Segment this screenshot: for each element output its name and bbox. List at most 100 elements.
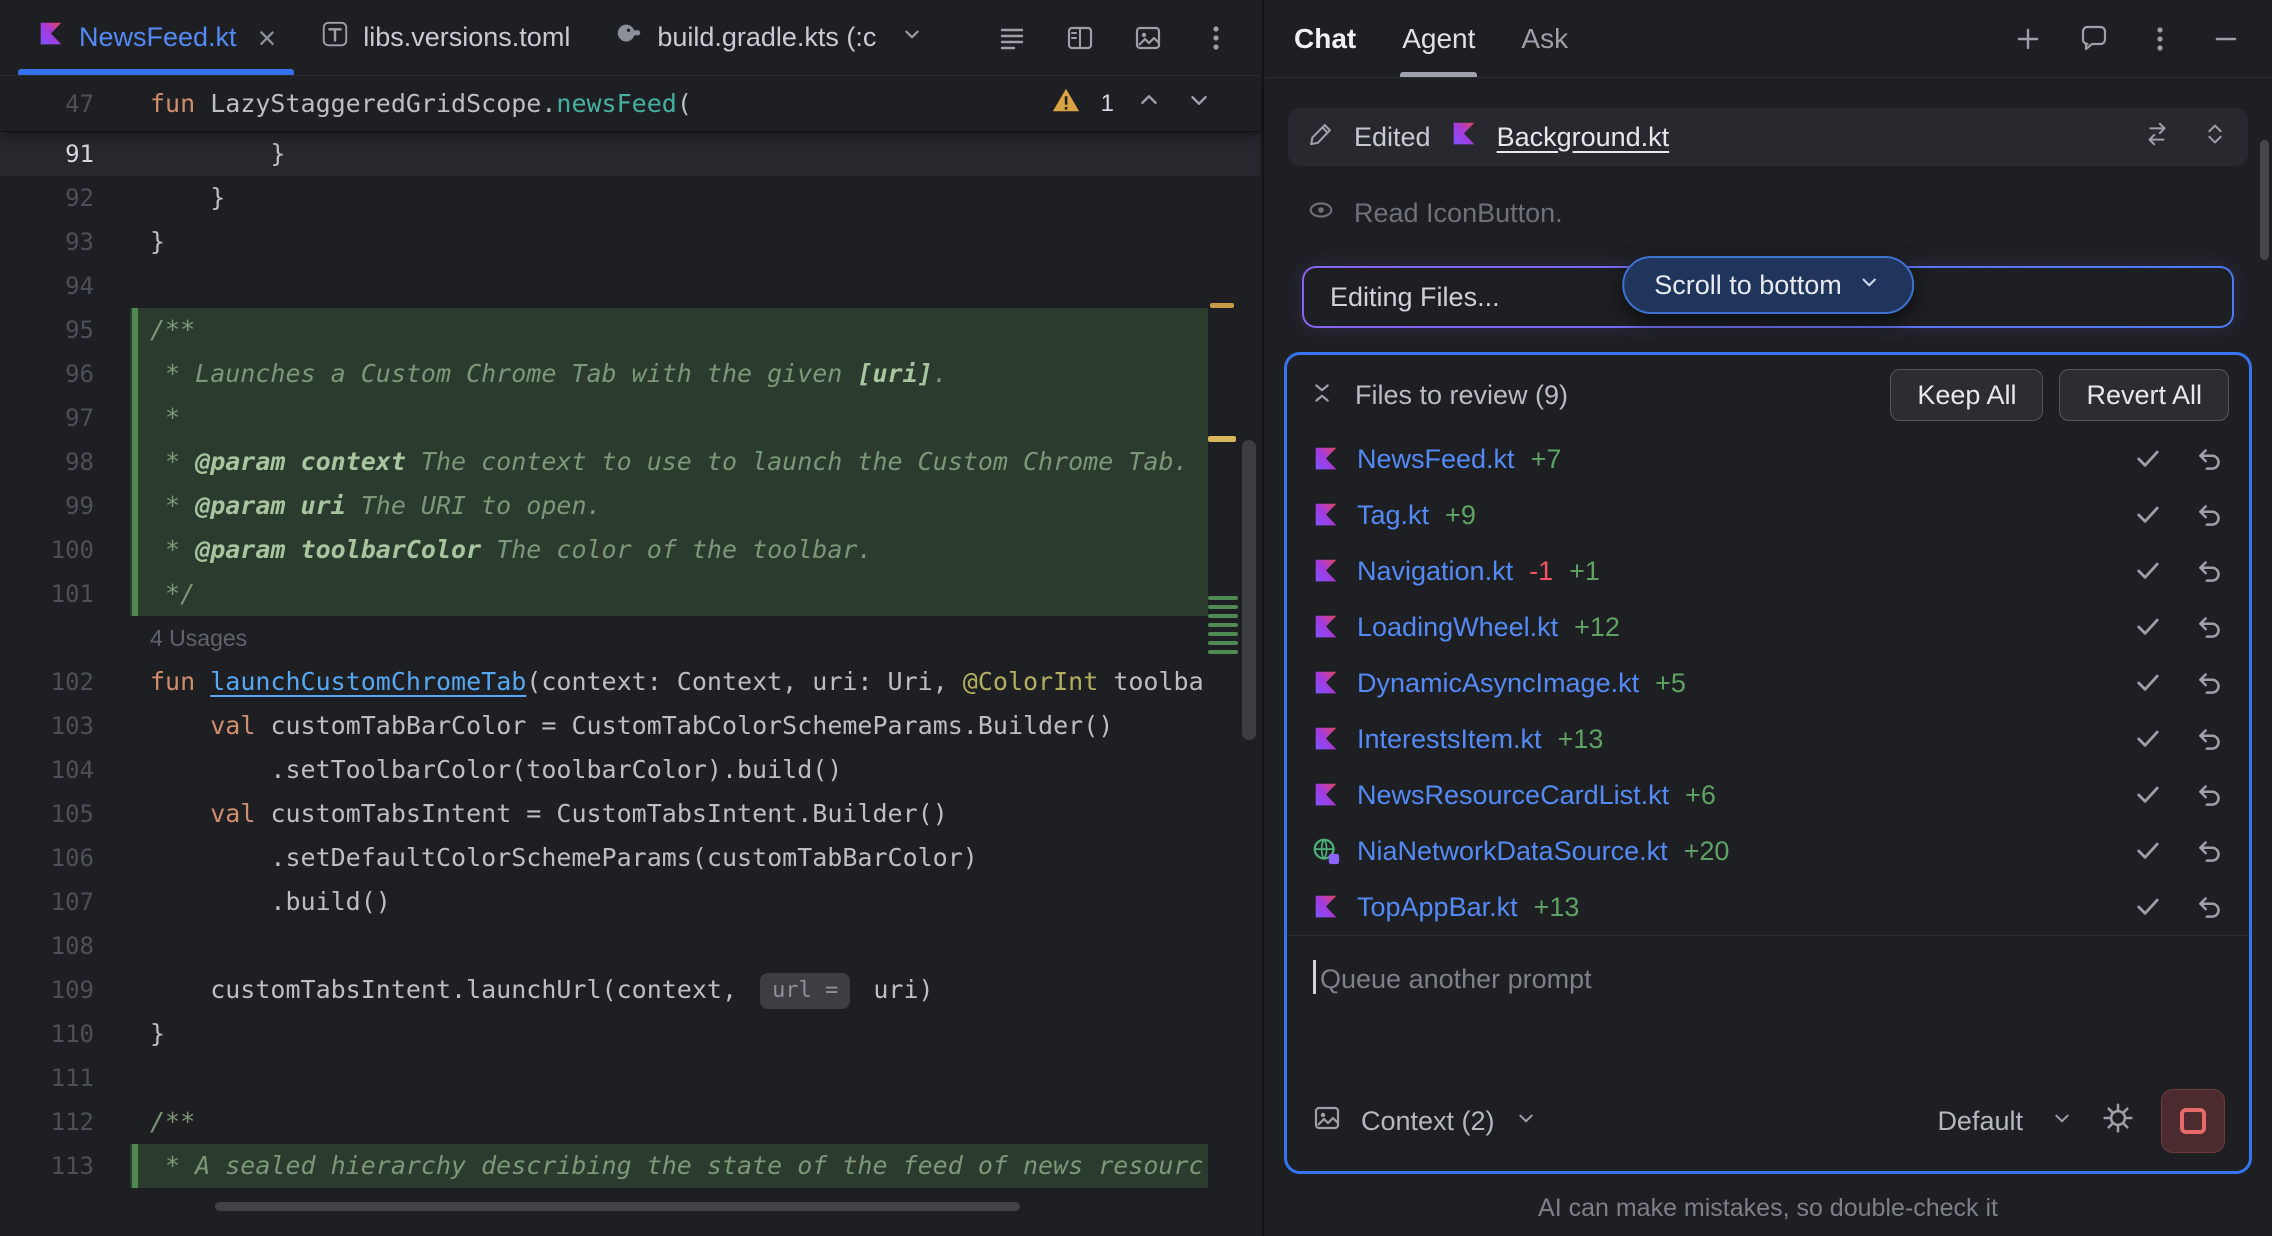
line-number[interactable]: 91 (0, 132, 130, 176)
code-line[interactable]: 113 * A sealed hierarchy describing the … (0, 1144, 1260, 1188)
sticky-code-line[interactable]: 47 fun LazyStaggeredGridScope.newsFeed( … (0, 76, 1260, 132)
edited-file-event[interactable]: Edited Background.kt (1288, 108, 2248, 166)
line-number[interactable]: 107 (0, 880, 130, 924)
file-link[interactable]: NiaNetworkDataSource.kt (1357, 836, 1668, 867)
stop-button[interactable] (2161, 1089, 2225, 1153)
chevron-down-icon[interactable] (2049, 1105, 2075, 1138)
tab-ask[interactable]: Ask (1521, 0, 1568, 77)
more-options-icon[interactable] (1200, 22, 1232, 54)
code-line[interactable]: 96 * Launches a Custom Chrome Tab with t… (0, 352, 1260, 396)
code-line[interactable]: 98 * @param context The context to use t… (0, 440, 1260, 484)
line-number[interactable]: 100 (0, 528, 130, 572)
code-line[interactable]: 110} (0, 1012, 1260, 1056)
attach-image-icon[interactable] (1311, 1102, 1343, 1141)
revert-file-button[interactable] (2195, 444, 2225, 474)
scroll-to-bottom-button[interactable]: Scroll to bottom (1622, 256, 1914, 314)
line-number[interactable]: 97 (0, 396, 130, 440)
model-selector[interactable]: Default (1937, 1106, 2023, 1137)
open-diff-icon[interactable] (2142, 119, 2172, 156)
revert-file-button[interactable] (2195, 668, 2225, 698)
tab-agent[interactable]: Agent (1402, 0, 1475, 77)
hide-panel-icon[interactable] (2210, 23, 2242, 55)
chat-scrollbar[interactable] (2260, 140, 2269, 260)
line-number[interactable]: 112 (0, 1100, 130, 1144)
change-stripe-mark[interactable] (1208, 623, 1238, 627)
file-review-row[interactable]: TopAppBar.kt+13 (1287, 879, 2249, 935)
revert-file-button[interactable] (2195, 556, 2225, 586)
file-review-row[interactable]: Navigation.kt-1+1 (1287, 543, 2249, 599)
file-link[interactable]: Navigation.kt (1357, 556, 1513, 587)
file-link[interactable]: InterestsItem.kt (1357, 724, 1542, 755)
tab-build-gradle-kts[interactable]: build.gradle.kts (:c (592, 0, 947, 75)
tab-libs-versions-toml[interactable]: libs.versions.toml (298, 0, 592, 75)
tab-newsfeed-kt[interactable]: NewsFeed.kt × (14, 0, 298, 75)
file-link[interactable]: Tag.kt (1357, 500, 1429, 531)
file-link[interactable]: LoadingWheel.kt (1357, 612, 1558, 643)
line-number[interactable]: 102 (0, 660, 130, 704)
revert-file-button[interactable] (2195, 780, 2225, 810)
accept-file-button[interactable] (2133, 780, 2163, 810)
file-review-row[interactable]: NewsResourceCardList.kt+6 (1287, 767, 2249, 823)
file-review-row[interactable]: Tag.kt+9 (1287, 487, 2249, 543)
line-number[interactable]: 105 (0, 792, 130, 836)
revert-file-button[interactable] (2195, 612, 2225, 642)
file-review-row[interactable]: LoadingWheel.kt+12 (1287, 599, 2249, 655)
file-review-row[interactable]: NiaNetworkDataSource.kt+20 (1287, 823, 2249, 879)
warning-stripe-mark[interactable] (1208, 436, 1236, 442)
code-line[interactable]: 103 val customTabBarColor = CustomTabCol… (0, 704, 1260, 748)
horizontal-scrollbar[interactable] (215, 1202, 1020, 1211)
code-line[interactable]: 101 */ (0, 572, 1260, 616)
file-review-row[interactable]: DynamicAsyncImage.kt+5 (1287, 655, 2249, 711)
chevron-down-icon[interactable] (1513, 1105, 1539, 1138)
code-editor[interactable]: 91 }92 }93}9495/**96 * Launches a Custom… (0, 132, 1260, 1188)
line-number[interactable]: 104 (0, 748, 130, 792)
change-stripe-mark[interactable] (1208, 641, 1238, 645)
code-line[interactable]: 92 } (0, 176, 1260, 220)
line-number[interactable]: 94 (0, 264, 130, 308)
line-number[interactable]: 96 (0, 352, 130, 396)
code-line[interactable]: 100 * @param toolbarColor The color of t… (0, 528, 1260, 572)
line-number[interactable]: 95 (0, 308, 130, 352)
change-stripe-mark[interactable] (1208, 605, 1238, 609)
read-file-event[interactable]: Read IconButton. (1284, 186, 2252, 240)
next-warning-icon[interactable] (1184, 85, 1214, 122)
prev-warning-icon[interactable] (1134, 85, 1164, 122)
line-number[interactable]: 106 (0, 836, 130, 880)
context-selector[interactable]: Context (2) (1361, 1106, 1495, 1137)
code-line[interactable]: 95/** (0, 308, 1260, 352)
code-line[interactable]: 102fun launchCustomChromeTab(context: Co… (0, 660, 1260, 704)
change-stripe-mark[interactable] (1208, 596, 1238, 600)
code-line[interactable]: 109 customTabsIntent.launchUrl(context, … (0, 968, 1260, 1012)
prompt-input[interactable]: Queue another prompt (1287, 935, 2249, 1089)
collapse-icon[interactable] (1307, 378, 1337, 413)
accept-file-button[interactable] (2133, 836, 2163, 866)
code-line[interactable]: 4 Usages (0, 616, 1260, 660)
code-line[interactable]: 105 val customTabsIntent = CustomTabsInt… (0, 792, 1260, 836)
code-line[interactable]: 112/** (0, 1100, 1260, 1144)
accept-file-button[interactable] (2133, 668, 2163, 698)
settings-gear-icon[interactable] (2101, 1101, 2135, 1142)
change-stripe-mark[interactable] (1208, 650, 1238, 654)
revert-file-button[interactable] (2195, 724, 2225, 754)
accept-file-button[interactable] (2133, 612, 2163, 642)
revert-file-button[interactable] (2195, 836, 2225, 866)
code-line[interactable]: 93} (0, 220, 1260, 264)
code-line[interactable]: 91 } (0, 132, 1260, 176)
change-stripe-mark[interactable] (1208, 632, 1238, 636)
line-number[interactable]: 99 (0, 484, 130, 528)
change-stripe-mark[interactable] (1208, 614, 1238, 618)
code-line[interactable]: 107 .build() (0, 880, 1260, 924)
file-link[interactable]: TopAppBar.kt (1357, 892, 1518, 923)
code-line[interactable]: 97 * (0, 396, 1260, 440)
code-line[interactable]: 106 .setDefaultColorSchemeParams(customT… (0, 836, 1260, 880)
accept-file-button[interactable] (2133, 556, 2163, 586)
line-number[interactable]: 98 (0, 440, 130, 484)
warning-icon[interactable] (1051, 85, 1081, 122)
code-line[interactable]: 104 .setToolbarColor(toolbarColor).build… (0, 748, 1260, 792)
usages-lens[interactable]: 4 Usages (130, 616, 1208, 660)
structure-list-icon[interactable] (996, 22, 1028, 54)
code-line[interactable]: 108 (0, 924, 1260, 968)
file-link[interactable]: NewsResourceCardList.kt (1357, 780, 1669, 811)
preview-image-icon[interactable] (1132, 22, 1164, 54)
new-chat-icon[interactable] (2012, 23, 2044, 55)
